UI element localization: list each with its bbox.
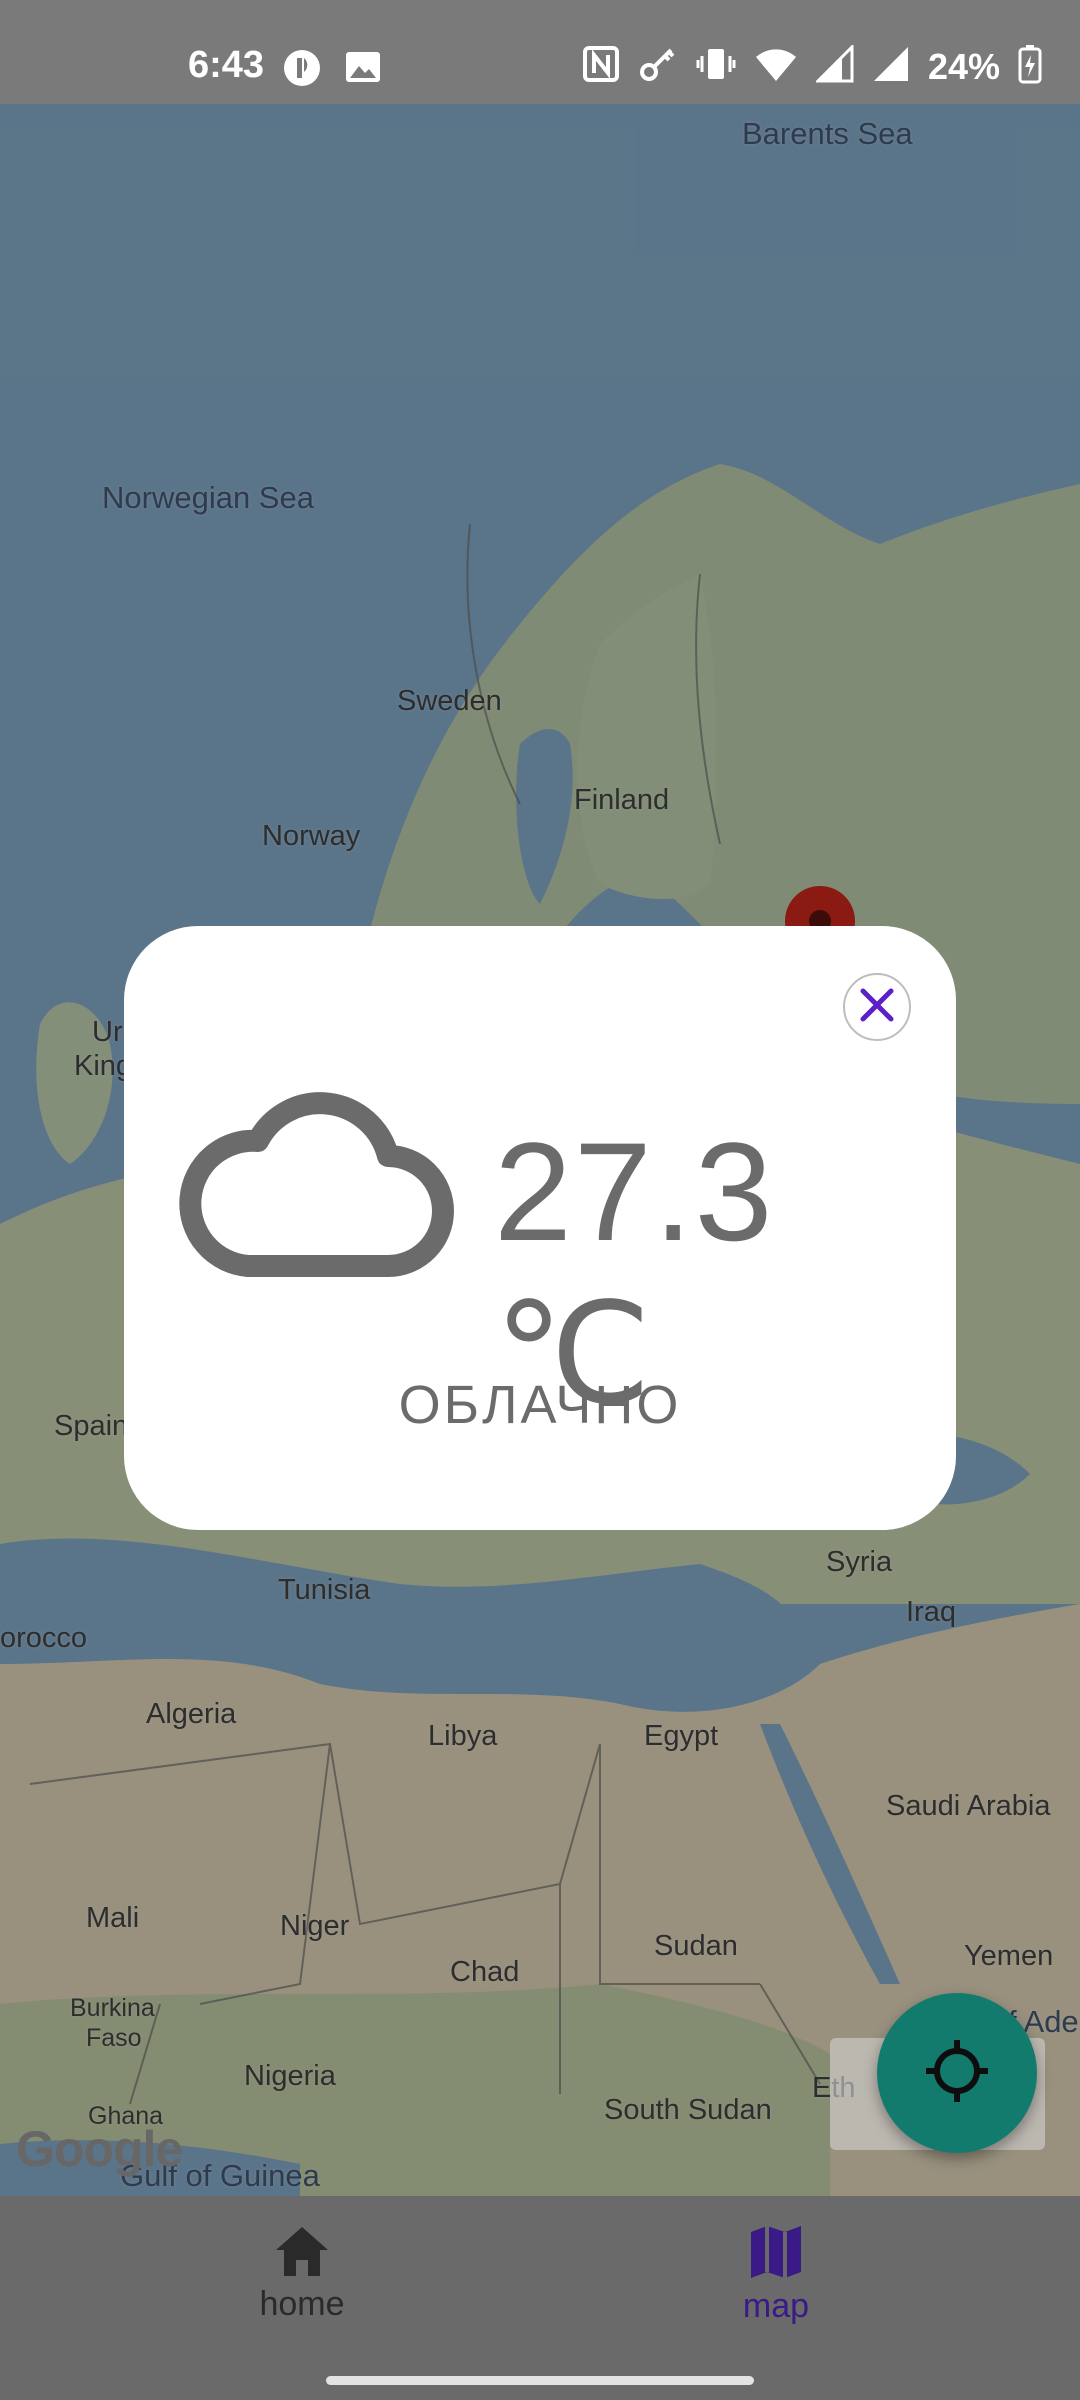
weather-condition: ОБЛАЧНО <box>398 1375 682 1435</box>
battery-charging-icon <box>1018 44 1042 89</box>
image-icon <box>344 48 382 93</box>
close-icon <box>857 985 897 1030</box>
notification-app-icon <box>282 48 322 93</box>
cloud-icon <box>168 1081 458 1286</box>
my-location-button[interactable] <box>877 1993 1037 2153</box>
battery-percent: 24% <box>927 45 1000 87</box>
home-icon <box>273 2227 331 2282</box>
bottom-navigation: home map <box>0 2196 1080 2400</box>
map-icon <box>747 2226 805 2284</box>
signal-icon <box>814 43 854 88</box>
wifi-icon <box>754 45 798 88</box>
status-time: 6:43 <box>188 44 265 86</box>
nav-label-home: home <box>259 2285 345 2323</box>
close-button[interactable] <box>843 973 911 1041</box>
status-bar: 6:43 24% <box>0 0 1080 104</box>
nav-item-map[interactable]: map <box>646 2224 906 2326</box>
crosshair-icon <box>922 2036 992 2111</box>
nav-label-map: map <box>742 2287 810 2325</box>
nfc-icon <box>582 45 620 88</box>
vibrate-icon <box>696 44 736 89</box>
gesture-navigation-bar[interactable] <box>326 2376 754 2385</box>
signal-icon <box>872 45 910 88</box>
weather-dialog: 27.3 ℃ ОБЛАЧНО <box>124 926 956 1530</box>
nav-item-home[interactable]: home <box>172 2224 432 2324</box>
key-icon <box>638 44 678 89</box>
